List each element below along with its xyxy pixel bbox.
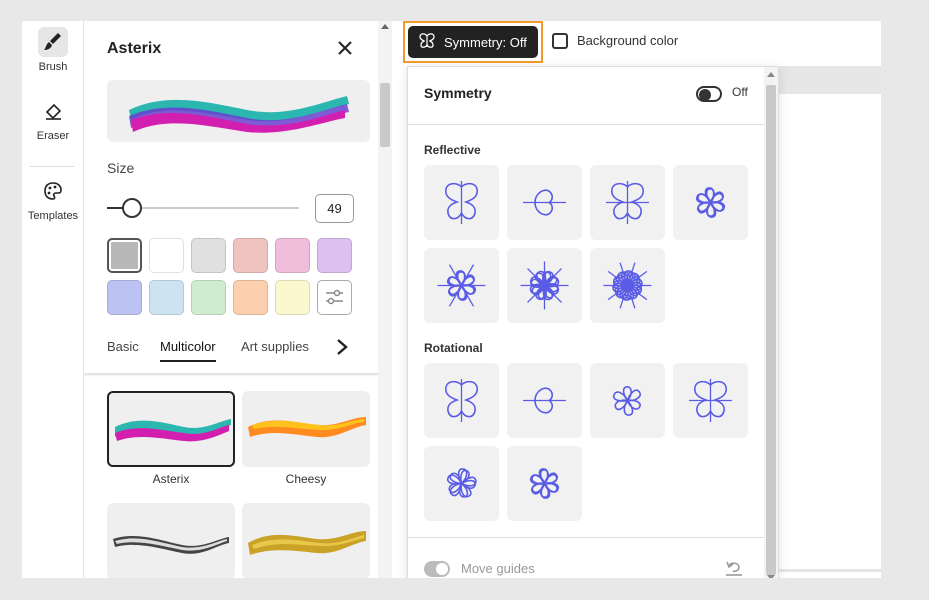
symmetry-pattern-icon xyxy=(606,181,649,224)
color-swatch[interactable] xyxy=(191,238,226,273)
canvas-edge-bottom xyxy=(762,569,881,572)
scrollbar-thumb[interactable] xyxy=(766,85,776,575)
color-swatch[interactable] xyxy=(149,238,184,273)
color-swatch[interactable] xyxy=(107,238,142,273)
reset-icon[interactable] xyxy=(723,556,745,578)
tool-rail: Brush Eraser Templates xyxy=(22,21,84,578)
move-guides-label: Move guides xyxy=(461,561,535,576)
symmetry-toggle-state: Off xyxy=(732,85,748,99)
brush-icon xyxy=(38,27,68,57)
symmetry-button-body: Symmetry: Off xyxy=(408,26,538,58)
reflective-symmetry-option[interactable] xyxy=(507,248,582,323)
color-swatch[interactable] xyxy=(275,238,310,273)
brush-name: Cheesy xyxy=(285,472,327,486)
tool-templates[interactable]: Templates xyxy=(22,176,84,222)
color-swatch[interactable] xyxy=(191,280,226,315)
symmetry-pattern-icon xyxy=(520,261,569,310)
symmetry-pattern-icon xyxy=(437,264,486,307)
canvas-edge xyxy=(762,66,881,94)
symmetry-pattern-icon xyxy=(523,189,566,216)
reflective-symmetry-option[interactable] xyxy=(673,165,748,240)
reflective-symmetry-option[interactable] xyxy=(424,165,499,240)
symmetry-pattern-icon xyxy=(695,187,726,218)
popover-scrollbar[interactable] xyxy=(764,67,778,578)
eraser-icon xyxy=(38,96,68,126)
scroll-down-arrow[interactable] xyxy=(767,575,775,578)
toggle-knob xyxy=(699,89,711,101)
butterfly-icon xyxy=(418,32,436,52)
reflective-symmetry-option[interactable] xyxy=(590,248,665,323)
brush-panel: Asterix Size 49 Basic Multicolor Art sup… xyxy=(84,21,378,578)
rotational-symmetry-option[interactable] xyxy=(507,446,582,521)
size-label: Size xyxy=(107,160,135,176)
color-swatch[interactable] xyxy=(107,280,142,315)
brush-card-silver[interactable] xyxy=(107,503,235,578)
reflective-symmetry-option[interactable] xyxy=(424,248,499,323)
chevron-right-icon[interactable] xyxy=(332,335,352,359)
color-swatch[interactable] xyxy=(233,238,268,273)
rail-divider xyxy=(30,166,74,167)
symmetry-pattern-icon xyxy=(445,379,478,422)
scroll-up-arrow[interactable] xyxy=(767,72,775,77)
divider xyxy=(408,124,764,125)
brush-card-asterix[interactable] xyxy=(107,391,235,467)
rotational-symmetry-option[interactable] xyxy=(590,363,665,438)
symmetry-popover: Symmetry Off Reflective Rotational Move … xyxy=(407,66,779,578)
symmetry-pattern-icon xyxy=(529,468,560,499)
brush-card-cheesy[interactable] xyxy=(242,391,370,467)
rotational-symmetry-option[interactable] xyxy=(424,363,499,438)
panel-title: Asterix xyxy=(107,40,162,57)
tool-brush[interactable]: Brush xyxy=(22,27,84,73)
brush-preview xyxy=(107,80,370,142)
tool-brush-label: Brush xyxy=(38,61,68,73)
brush-name: Asterix xyxy=(152,472,190,486)
tab-art-supplies[interactable]: Art supplies xyxy=(241,339,309,354)
symmetry-pattern-icon xyxy=(612,385,641,416)
tool-templates-label: Templates xyxy=(27,210,79,222)
panel-scrollbar[interactable] xyxy=(378,21,392,578)
color-swatch[interactable] xyxy=(275,280,310,315)
color-swatch[interactable] xyxy=(317,238,352,273)
reflective-label: Reflective xyxy=(424,143,481,157)
sliders-icon xyxy=(326,289,343,305)
symmetry-pattern-icon xyxy=(445,181,478,224)
background-color-checkbox[interactable] xyxy=(552,33,568,49)
reflective-symmetry-option[interactable] xyxy=(590,165,665,240)
reflective-symmetry-option[interactable] xyxy=(507,165,582,240)
move-guides-toggle[interactable] xyxy=(424,561,450,577)
color-swatch[interactable] xyxy=(149,280,184,315)
color-adjust-button[interactable] xyxy=(317,280,352,315)
templates-icon xyxy=(38,176,68,206)
color-swatch[interactable] xyxy=(233,280,268,315)
scroll-up-arrow[interactable] xyxy=(381,24,389,29)
background-color-label[interactable]: Background color xyxy=(577,33,678,48)
symmetry-pattern-icon xyxy=(446,468,477,498)
symmetry-toggle[interactable] xyxy=(696,86,722,102)
symmetry-button-label: Symmetry: Off xyxy=(444,34,527,50)
rotational-symmetry-option[interactable] xyxy=(424,446,499,521)
popover-title: Symmetry xyxy=(424,85,492,101)
symmetry-button[interactable]: Symmetry: Off xyxy=(403,21,543,63)
size-slider[interactable] xyxy=(107,198,299,218)
tool-eraser[interactable]: Eraser xyxy=(22,96,84,142)
rotational-label: Rotational xyxy=(424,341,483,355)
tab-multicolor[interactable]: Multicolor xyxy=(160,339,216,362)
divider xyxy=(408,537,764,538)
symmetry-pattern-icon xyxy=(603,262,652,309)
tool-eraser-label: Eraser xyxy=(36,130,70,142)
brush-card-gold[interactable] xyxy=(242,503,370,578)
size-value-field[interactable]: 49 xyxy=(315,194,354,223)
size-slider-thumb[interactable] xyxy=(121,198,142,218)
close-icon[interactable] xyxy=(334,37,356,59)
rotational-symmetry-option[interactable] xyxy=(673,363,748,438)
app-frame: Brush Eraser Templates Asterix Size 49 B… xyxy=(22,21,881,578)
tab-basic[interactable]: Basic xyxy=(107,339,139,354)
panel-separator xyxy=(84,373,378,377)
toggle-knob xyxy=(436,563,448,575)
symmetry-pattern-icon xyxy=(523,387,566,414)
symmetry-pattern-icon xyxy=(689,379,732,422)
scrollbar-thumb[interactable] xyxy=(380,83,390,147)
rotational-symmetry-option[interactable] xyxy=(507,363,582,438)
